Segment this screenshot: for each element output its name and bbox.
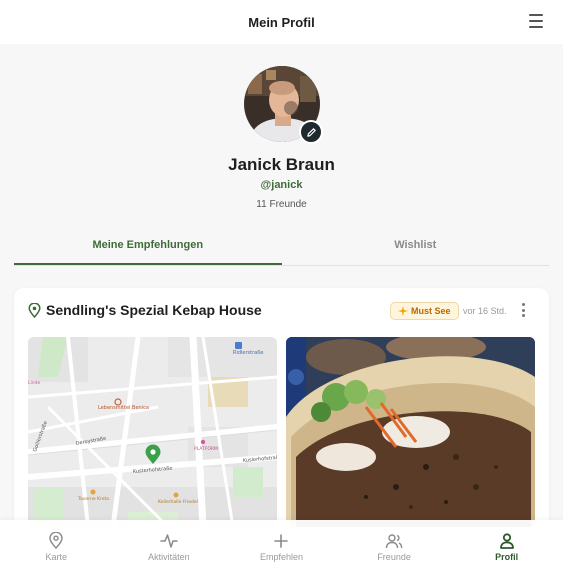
tab-wishlist[interactable]: Wishlist xyxy=(282,228,550,265)
sparkle-icon xyxy=(398,306,408,316)
friends-count[interactable]: 11 Freunde xyxy=(0,199,563,210)
nav-profil[interactable]: Profil xyxy=(450,520,563,573)
page-title: Mein Profil xyxy=(248,14,315,30)
map-label-bus: Ridlerstraße xyxy=(233,350,263,356)
more-options-button[interactable] xyxy=(520,303,526,317)
bottom-navigation: Karte Aktivitäten Empfehlen Freunde Prof… xyxy=(0,520,563,573)
recommendation-card[interactable]: Sendling's Spezial Kebap House Must See … xyxy=(14,288,549,548)
profile-handle: @janick xyxy=(260,179,303,191)
map-label-left: Linde xyxy=(28,380,40,386)
profile-icon xyxy=(499,532,514,549)
post-time: vor 16 Std. xyxy=(463,306,507,316)
hamburger-icon xyxy=(529,14,543,16)
nav-label-profil: Profil xyxy=(495,551,519,562)
menu-button[interactable] xyxy=(529,14,543,28)
plus-icon xyxy=(274,533,289,548)
profile-name: Janick Braun xyxy=(228,155,335,174)
map-label-kebab: Taverne Kreta xyxy=(77,496,109,502)
location-pin-icon xyxy=(28,303,41,318)
top-header: Mein Profil xyxy=(0,0,563,44)
nav-karte[interactable]: Karte xyxy=(0,520,113,573)
map-label-shop: Lebensmittel Benica xyxy=(98,405,149,411)
nav-label-empfehlen: Empfehlen xyxy=(259,551,303,562)
profile-tabs: Meine Empfehlungen Wishlist xyxy=(14,228,549,266)
nav-label-freunde: Freunde xyxy=(377,551,411,562)
map-pin-icon xyxy=(49,532,63,549)
map-label-kerbe: Kellerhalle Friedel xyxy=(158,499,198,505)
avatar-container xyxy=(244,66,323,144)
food-photo[interactable] xyxy=(286,337,535,527)
friends-icon xyxy=(385,533,403,548)
activity-icon xyxy=(160,533,178,548)
must-see-badge: Must See xyxy=(390,302,459,320)
more-vertical-icon xyxy=(521,303,525,306)
nav-freunde[interactable]: Freunde xyxy=(338,520,451,573)
edit-avatar-button[interactable] xyxy=(299,120,323,144)
map-preview[interactable]: Ridlerstraße Lebensmittel Benica Deroyst… xyxy=(28,337,277,527)
place-title: Sendling's Spezial Kebap House xyxy=(46,302,262,318)
badge-label: Must See xyxy=(411,306,451,316)
map-label-platform: PLATFORM xyxy=(194,446,218,452)
tab-meine-empfehlungen[interactable]: Meine Empfehlungen xyxy=(14,228,282,265)
nav-empfehlen[interactable]: Empfehlen xyxy=(225,520,338,573)
pencil-icon xyxy=(306,127,316,137)
nav-label-aktivitaeten: Aktivitäten xyxy=(148,551,190,562)
nav-aktivitaeten[interactable]: Aktivitäten xyxy=(113,520,226,573)
nav-label-karte: Karte xyxy=(45,551,68,562)
